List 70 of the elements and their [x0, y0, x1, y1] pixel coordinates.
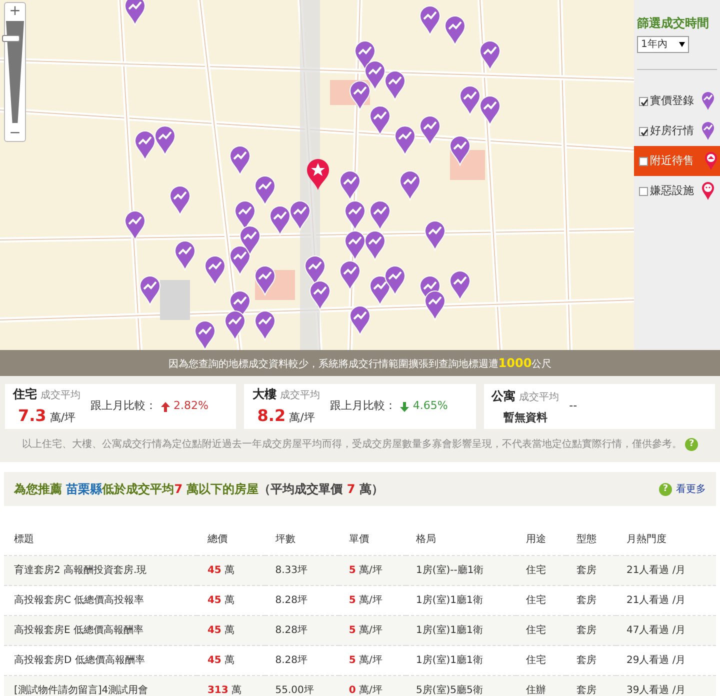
table-cell: 住宅	[516, 616, 566, 646]
trend-pin-icon	[701, 91, 715, 111]
house-pin-icon	[704, 151, 718, 171]
caret-icon	[679, 42, 685, 47]
table-cell: 5 萬/坪	[338, 616, 406, 646]
column-header: 格局	[406, 528, 516, 556]
change-percent: 2.82%	[174, 398, 208, 414]
column-header: 月熱門度	[616, 528, 716, 556]
trend-pin-icon	[701, 121, 715, 141]
period-dropdown[interactable]: 1年內	[637, 36, 689, 53]
map-drawing[interactable]	[0, 0, 634, 350]
table-cell: 5房(室)5廳5衛	[406, 676, 516, 696]
layer-checkbox[interactable]	[639, 186, 648, 196]
more-link[interactable]: 看更多	[676, 482, 706, 496]
table-cell: 套房	[566, 556, 616, 586]
compare-label: 跟上月比較：	[90, 398, 156, 414]
stat-label: 成交平均	[519, 392, 560, 403]
table-cell: 39人看過 /月	[616, 676, 716, 696]
table-cell: [測試物件請勿留言]4測試用會	[4, 676, 198, 696]
stat-type: 住宅	[13, 387, 37, 402]
table-cell: 45 萬	[197, 616, 266, 646]
zoom-out-button[interactable]: −	[5, 125, 25, 141]
stat-unit: 萬/坪	[289, 410, 315, 424]
table-cell: 套房	[566, 616, 616, 646]
table-cell: 住辦	[516, 676, 566, 696]
table-cell: 8.28坪	[265, 616, 339, 646]
column-header: 坪數	[265, 528, 339, 556]
layer-row-highlight[interactable]: 附近待售	[634, 146, 720, 176]
table-cell: 313 萬	[197, 676, 266, 696]
table-cell: 高投報套房E 低總價高報酬率	[4, 616, 198, 646]
column-header: 型態	[566, 528, 616, 556]
stat-value: 8.2	[257, 406, 286, 425]
face-pin-icon	[701, 181, 715, 201]
column-header: 標題	[4, 528, 198, 556]
stat-type: 大樓	[252, 387, 276, 402]
layer-checkbox[interactable]	[639, 156, 648, 166]
section-title: 為您推薦 苗栗縣低於成交平均7 萬以下的房屋（平均成交單價 7 萬）	[14, 481, 384, 498]
disclaimer-text: 以上住宅、大樓、公寓成交行情為定位點附近過去一年成交房屋平均而得，受成交房屋數量多寡會影響呈現，不代表當地定位點實際行情，僅供參考。	[22, 439, 682, 450]
column-header: 單價	[338, 528, 406, 556]
compare-label: 跟上月比較：	[330, 398, 396, 414]
notice-banner: 因為您查詢的地標成交資料較少，系統將成交行情範圍擴張到查詢地標週遭1000公尺	[0, 350, 720, 376]
table-cell: 育達套房2 高報酬投資套房.現	[4, 556, 198, 586]
table-cell: 8.33坪	[265, 556, 339, 586]
stat-type: 公寓	[492, 389, 516, 403]
layer-checkbox[interactable]	[639, 96, 648, 106]
stat-value: --	[569, 398, 578, 414]
stat-label: 成交平均	[40, 390, 80, 402]
table-cell: 47人看過 /月	[616, 616, 716, 646]
stat-label: 成交平均	[280, 390, 320, 402]
table-cell: 1房(室)1廳1衛	[406, 616, 516, 646]
table-cell: 5 萬/坪	[338, 556, 406, 586]
table-cell: 住宅	[516, 556, 566, 586]
layer-label[interactable]: 實價登錄	[650, 92, 694, 110]
zoom-in-button[interactable]: +	[5, 3, 25, 19]
stat-unit: 萬/坪	[50, 410, 76, 424]
layer-label[interactable]: 好房行情	[650, 122, 694, 140]
column-header: 總價	[197, 528, 266, 556]
stat-value: 7.3	[18, 406, 46, 425]
filter-title: 篩選成交時間	[637, 15, 710, 32]
table-cell: 1房(室)--廳1衛	[406, 556, 516, 586]
table-cell: 套房	[566, 676, 616, 696]
table-cell: 21人看過 /月	[616, 556, 716, 586]
table-cell: 0 萬/坪	[338, 676, 406, 696]
table-cell: 55.00坪	[265, 676, 339, 696]
layer-label[interactable]: 嫌惡設施	[650, 182, 694, 200]
layer-checkbox[interactable]	[639, 126, 648, 136]
change-percent: 4.65%	[412, 398, 448, 414]
column-header: 用途	[516, 528, 566, 556]
no-data-text: 暫無資料	[502, 410, 548, 426]
table-cell: 45 萬	[197, 556, 266, 586]
